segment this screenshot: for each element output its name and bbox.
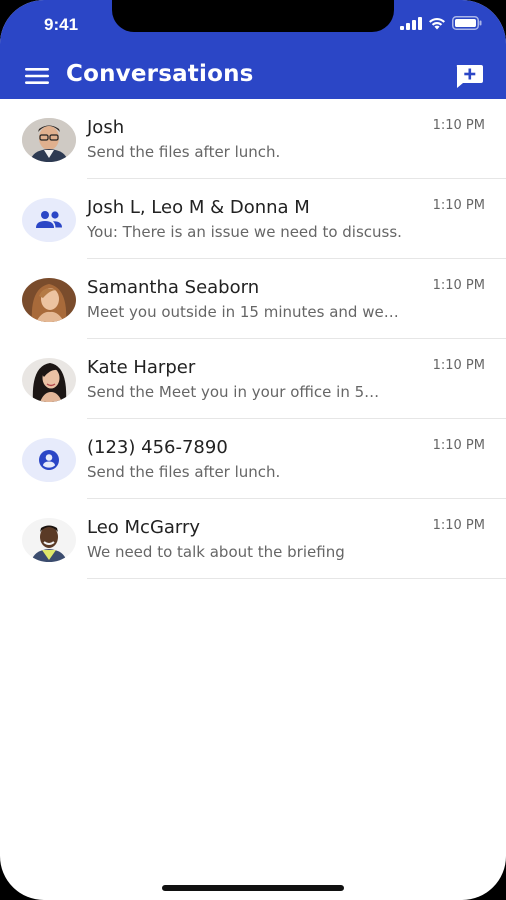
contact-name: Josh L, Leo M & Donna M <box>87 197 310 218</box>
avatar-photo-kate <box>22 358 76 402</box>
conversation-item[interactable]: (123) 456-7890 Send the files after lunc… <box>0 419 506 499</box>
avatar-photo-leo <box>22 518 76 562</box>
message-preview: We need to talk about the briefing <box>87 543 345 561</box>
contact-name: Samantha Seaborn <box>87 277 260 298</box>
hamburger-menu-icon <box>25 68 49 84</box>
contact-name: Kate Harper <box>87 357 196 378</box>
message-preview: Send the files after lunch. <box>87 143 281 161</box>
message-preview: You: There is an issue we need to discus… <box>87 223 402 241</box>
battery-icon <box>452 16 482 30</box>
message-time: 1:10 PM <box>432 358 485 373</box>
conversation-item[interactable]: Samantha Seaborn Meet you outside in 15 … <box>0 259 506 339</box>
avatar <box>22 358 76 402</box>
message-preview: Send the Meet you in your office in 5… <box>87 383 380 401</box>
status-icons <box>400 16 482 30</box>
contact-name: (123) 456-7890 <box>87 437 228 458</box>
signal-icon <box>400 16 422 30</box>
notch <box>112 0 394 32</box>
new-message-icon <box>456 65 483 88</box>
wifi-icon <box>429 17 445 29</box>
avatar <box>22 198 76 242</box>
conversation-item[interactable]: Kate Harper Send the Meet you in your of… <box>0 339 506 419</box>
avatar-photo-josh <box>22 118 76 162</box>
message-preview: Meet you outside in 15 minutes and we… <box>87 303 399 321</box>
page-title: Conversations <box>66 61 254 87</box>
app-header: Conversations <box>0 52 506 99</box>
new-conversation-button[interactable] <box>454 63 484 89</box>
avatar <box>22 438 76 482</box>
contact-name: Josh <box>87 117 125 138</box>
conversation-list: Josh Send the files after lunch. 1:10 PM… <box>0 99 506 579</box>
avatar <box>22 518 76 562</box>
message-time: 1:10 PM <box>432 198 485 213</box>
divider <box>87 578 506 579</box>
menu-button[interactable] <box>24 65 52 87</box>
status-time: 9:41 <box>44 15 79 34</box>
conversation-item[interactable]: Leo McGarry We need to talk about the br… <box>0 499 506 579</box>
group-icon <box>36 211 62 228</box>
home-indicator[interactable] <box>162 885 344 891</box>
conversation-item[interactable]: Josh L, Leo M & Donna M You: There is an… <box>0 179 506 259</box>
message-time: 1:10 PM <box>432 118 485 133</box>
phone-screen: 9:41 Conversations Josh Send the files a… <box>0 0 506 900</box>
conversation-item[interactable]: Josh Send the files after lunch. 1:10 PM <box>0 99 506 179</box>
contact-name: Leo McGarry <box>87 517 201 538</box>
message-time: 1:10 PM <box>432 518 485 533</box>
message-preview: Send the files after lunch. <box>87 463 281 481</box>
avatar-photo-samantha <box>22 278 76 322</box>
avatar <box>22 118 76 162</box>
person-icon <box>39 450 59 470</box>
status-bar: 9:41 <box>0 0 506 52</box>
message-time: 1:10 PM <box>432 278 485 293</box>
message-time: 1:10 PM <box>432 438 485 453</box>
avatar <box>22 278 76 322</box>
